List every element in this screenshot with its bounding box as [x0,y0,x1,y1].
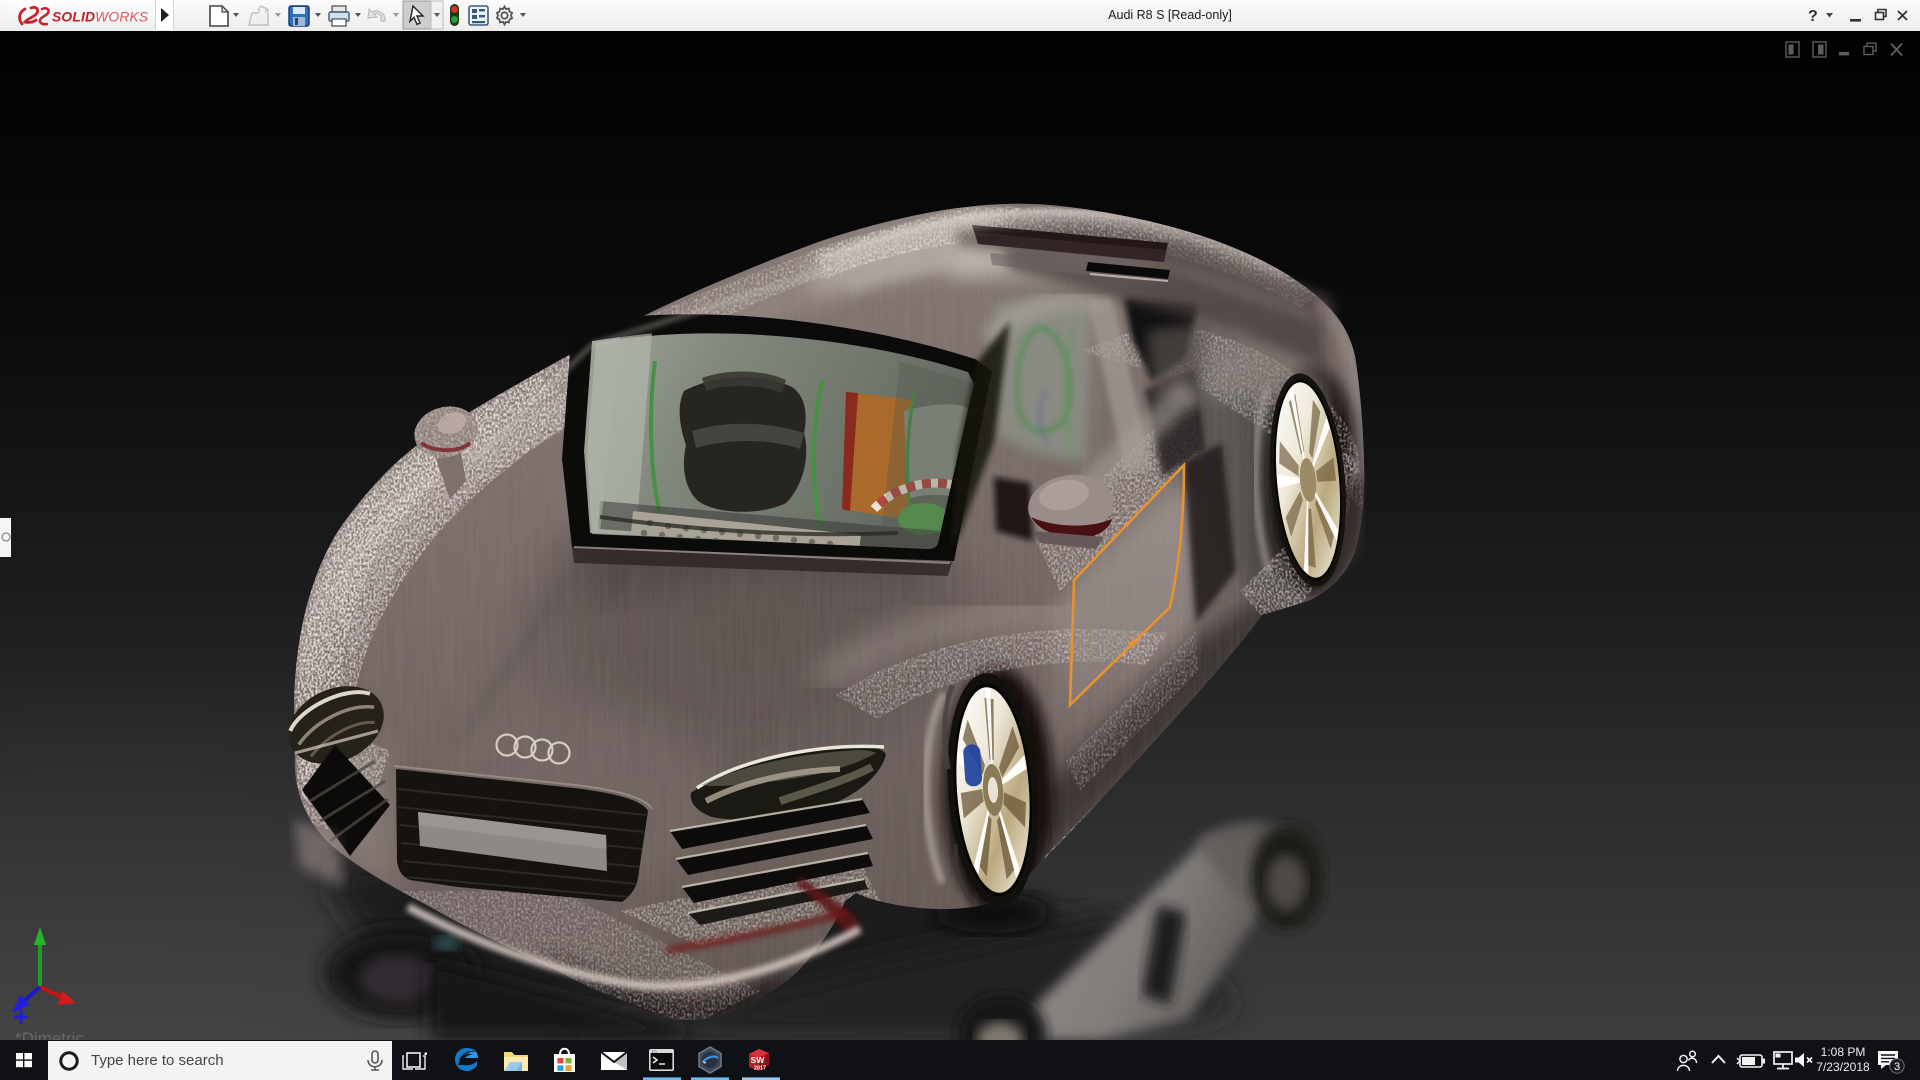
svg-text:2017: 2017 [754,1066,766,1072]
svg-text:SW: SW [751,1055,766,1065]
svg-text:C:\_: C:\_ [652,1049,660,1053]
svg-text:?: ? [1808,8,1818,25]
svg-text:3: 3 [1894,1061,1900,1073]
svg-text:SOLIDWORKS: SOLIDWORKS [52,10,149,25]
